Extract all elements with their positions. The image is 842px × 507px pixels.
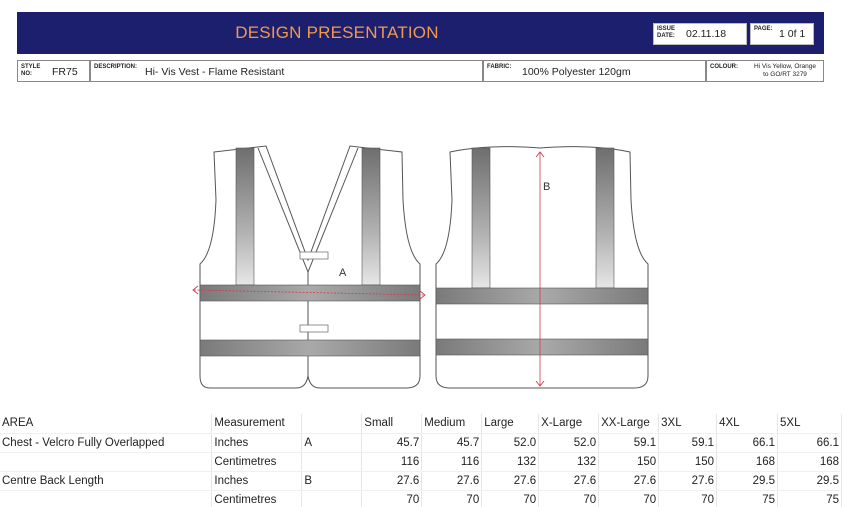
velcro-tab-upper	[299, 251, 329, 260]
issue-date-value: 02.11.18	[686, 28, 727, 40]
value-cell: 52.0	[538, 433, 600, 453]
issue-date-box: ISSUE DATE: 02.11.18	[653, 23, 747, 45]
value-cell: 27.6	[598, 471, 660, 491]
page-box: PAGE: 1 0f 1	[750, 23, 814, 45]
header-bar: DESIGN PRESENTATION ISSUE DATE: 02.11.18…	[17, 12, 824, 54]
unit-cell: Inches	[211, 433, 303, 453]
value-cell: 59.1	[658, 433, 718, 453]
style-no-box: STYLE NO: FR75	[17, 60, 90, 82]
value-cell: 70	[538, 490, 600, 507]
header-cell: 5XL	[777, 414, 842, 434]
value-cell: 132	[538, 452, 600, 472]
value-cell: 27.6	[658, 471, 718, 491]
value-cell: 75	[777, 490, 842, 507]
code-cell: A	[301, 433, 363, 453]
colour-box: COLOUR: Hi Vis Yellow, Orange to GO/RT 3…	[706, 60, 824, 82]
header-cell: Medium	[421, 414, 483, 434]
tape-back-left-vertical	[471, 147, 491, 289]
fabric-value: 100% Polyester 120gm	[522, 66, 631, 78]
tape-front-upper-horizontal	[199, 284, 421, 302]
header-cell: Large	[481, 414, 540, 434]
value-cell: 116	[421, 452, 483, 472]
tape-front-lower-horizontal	[199, 339, 421, 357]
header-cell	[301, 414, 363, 434]
area-cell	[0, 452, 213, 472]
measurement-table: AREA Measurement Small Medium Large X-La…	[0, 414, 842, 507]
description-box: DESCRIPTION: Hi- Vis Vest - Flame Resist…	[90, 60, 483, 82]
code-cell	[301, 490, 363, 507]
style-no-label: STYLE NO:	[21, 64, 41, 77]
area-cell: Centre Back Length	[0, 471, 213, 491]
header-cell: 3XL	[658, 414, 718, 434]
vest-front-view: A	[192, 145, 426, 389]
table-header-row: AREA Measurement Small Medium Large X-La…	[0, 414, 842, 434]
table-row: Centimetres 70 70 70 70 70 70 75 75	[0, 490, 842, 507]
value-cell: 45.7	[421, 433, 483, 453]
value-cell: 59.1	[598, 433, 660, 453]
value-cell: 150	[598, 452, 660, 472]
table-row: Centimetres 116 116 132 132 150 150 168 …	[0, 452, 842, 472]
velcro-tab-lower	[299, 324, 329, 333]
description-label: DESCRIPTION:	[94, 64, 138, 70]
header-cell: Measurement	[211, 414, 303, 434]
value-cell: 70	[598, 490, 660, 507]
page-value: 1 0f 1	[779, 28, 806, 40]
vest-back-view: B	[435, 146, 649, 389]
colour-label: COLOUR:	[710, 64, 738, 70]
value-cell: 29.5	[716, 471, 778, 491]
value-cell: 75	[716, 490, 778, 507]
value-cell: 66.1	[716, 433, 778, 453]
code-cell	[301, 452, 363, 472]
vest-technical-drawing: A B	[192, 145, 649, 389]
header-cell: 4XL	[716, 414, 778, 434]
unit-cell: Centimetres	[211, 490, 303, 507]
colour-value-line-1: Hi Vis Yellow, Orange	[753, 63, 817, 70]
value-cell: 70	[658, 490, 718, 507]
value-cell: 168	[777, 452, 842, 472]
header-cell: Small	[361, 414, 423, 434]
table-row: Centre Back Length Inches B 27.6 27.6 27…	[0, 471, 842, 491]
colour-value-line-2: to GO/RT 3279	[763, 71, 807, 78]
value-cell: 168	[716, 452, 778, 472]
tape-back-upper-horizontal	[435, 287, 649, 305]
description-value: Hi- Vis Vest - Flame Resistant	[145, 66, 285, 78]
value-cell: 66.1	[777, 433, 842, 453]
page-label: PAGE:	[754, 26, 773, 32]
value-cell: 27.6	[421, 471, 483, 491]
tape-front-left-vertical	[235, 147, 255, 286]
unit-cell: Inches	[211, 471, 303, 491]
header-cell: X-Large	[538, 414, 600, 434]
page-title: DESIGN PRESENTATION	[235, 23, 439, 42]
dimension-label-a: A	[339, 267, 347, 279]
issue-date-label: ISSUE DATE:	[657, 26, 676, 39]
value-cell: 52.0	[481, 433, 540, 453]
unit-cell: Centimetres	[211, 452, 303, 472]
colour-value: Hi Vis Yellow, Orange to GO/RT 3279	[747, 63, 823, 79]
code-cell: B	[301, 471, 363, 491]
value-cell: 70	[481, 490, 540, 507]
fabric-box: FABRIC: 100% Polyester 120gm	[483, 60, 706, 82]
value-cell: 132	[481, 452, 540, 472]
value-cell: 45.7	[361, 433, 423, 453]
header-cell: AREA	[0, 414, 213, 434]
value-cell: 27.6	[538, 471, 600, 491]
table-row: Chest - Velcro Fully Overlapped Inches A…	[0, 433, 842, 453]
dimension-label-b: B	[543, 181, 550, 193]
area-cell	[0, 490, 213, 507]
tape-back-lower-horizontal	[435, 338, 649, 356]
value-cell: 27.6	[361, 471, 423, 491]
style-no-value: FR75	[52, 66, 78, 78]
tape-front-right-vertical	[361, 147, 381, 286]
value-cell: 116	[361, 452, 423, 472]
value-cell: 70	[361, 490, 423, 507]
header-cell: XX-Large	[598, 414, 660, 434]
value-cell: 27.6	[481, 471, 540, 491]
value-cell: 29.5	[777, 471, 842, 491]
value-cell: 70	[421, 490, 483, 507]
tape-back-right-vertical	[595, 147, 615, 289]
fabric-label: FABRIC:	[487, 64, 512, 70]
value-cell: 150	[658, 452, 718, 472]
area-cell: Chest - Velcro Fully Overlapped	[0, 433, 213, 453]
